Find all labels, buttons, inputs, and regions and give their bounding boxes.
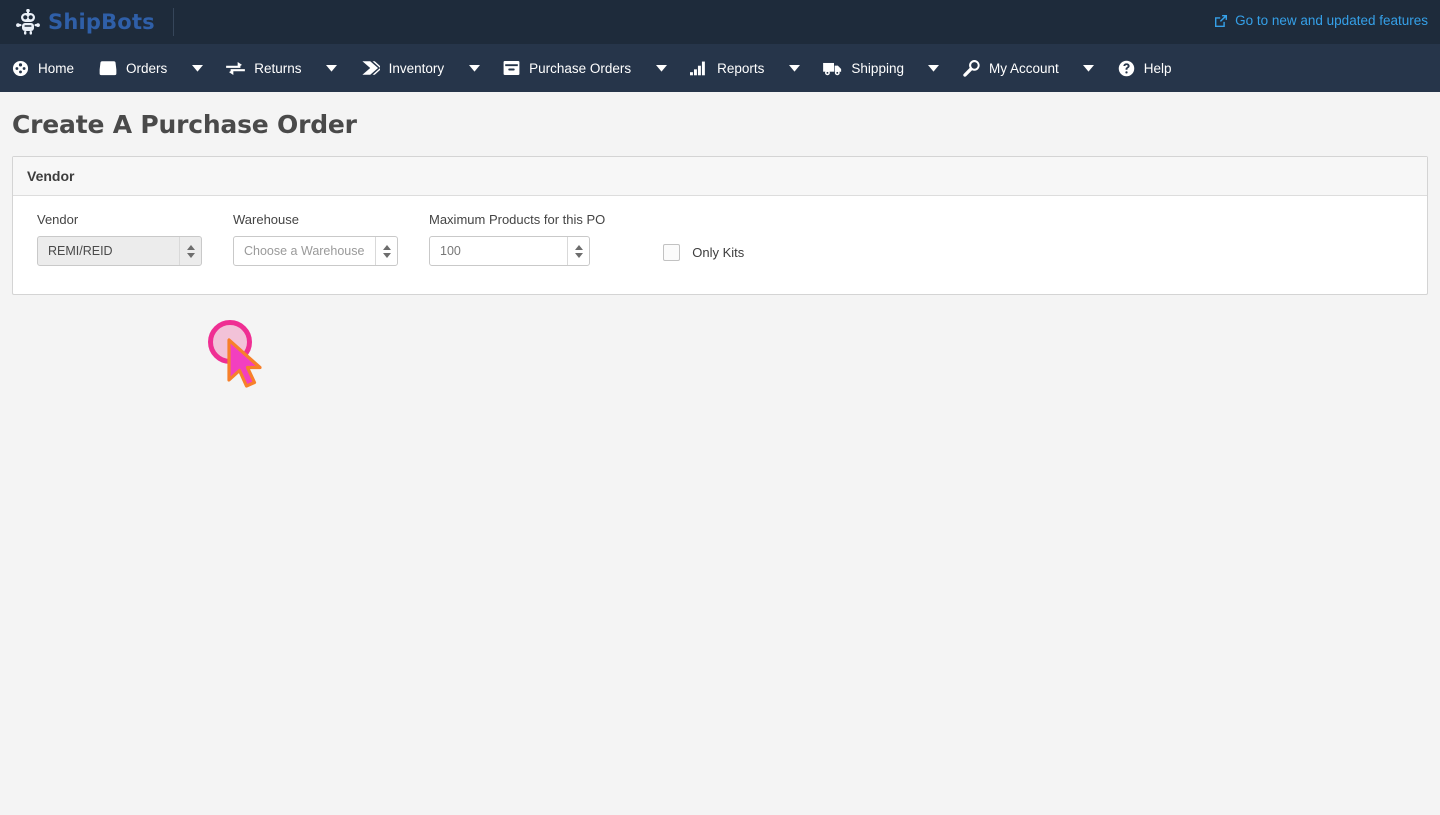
truck-icon (823, 61, 842, 76)
nav-group-home: Home (0, 44, 87, 92)
nav-caret-returns[interactable] (315, 44, 349, 92)
max-products-spinner[interactable] (567, 237, 589, 265)
vendor-select-spinner[interactable] (179, 237, 201, 265)
nav-group-inventory: Inventory (349, 44, 492, 92)
vendor-field-label: Vendor (37, 212, 79, 227)
nav-item-shipping-label: Shipping (851, 60, 904, 76)
nav-group-returns: Returns (214, 44, 348, 92)
mouse-cursor (226, 338, 266, 390)
nav-item-my-account-label: My Account (988, 60, 1059, 76)
question-circle-icon (1118, 60, 1135, 77)
nav-item-my-account[interactable]: My Account (951, 44, 1072, 92)
chevron-up-icon (186, 244, 195, 250)
nav-item-reports[interactable]: Reports (678, 44, 777, 92)
nav-item-orders-label: Orders (126, 60, 168, 76)
nav-item-returns[interactable]: Returns (214, 44, 314, 92)
brand-name: ShipBots (48, 10, 155, 34)
chevron-down-icon (186, 252, 195, 258)
max-products-input[interactable]: 100 (429, 236, 590, 266)
brand-divider (172, 8, 174, 36)
nav-item-inventory[interactable]: Inventory (349, 44, 458, 92)
max-products-field-label: Maximum Products for this PO (429, 212, 606, 227)
nav-caret-my-account[interactable] (1072, 44, 1106, 92)
vendor-panel-body: Vendor REMI/REID Warehouse Choose a Ware… (13, 196, 1427, 294)
nav-item-purchase-orders-label: Purchase Orders (529, 60, 632, 76)
chevron-up-icon (382, 244, 391, 250)
inbox-tray-icon (99, 60, 117, 76)
nav-item-returns-label: Returns (254, 60, 302, 76)
bar-chart-icon (690, 60, 708, 76)
nav-caret-orders[interactable] (180, 44, 214, 92)
brand-logo[interactable]: ShipBots (0, 8, 155, 35)
nav-caret-reports[interactable] (777, 44, 811, 92)
vendor-panel: Vendor Vendor REMI/REID Warehouse Choose… (12, 156, 1428, 295)
nav-item-orders[interactable]: Orders (87, 44, 180, 92)
max-products-value: 100 (440, 244, 461, 258)
nav-group-shipping: Shipping (811, 44, 951, 92)
nav-caret-shipping[interactable] (917, 44, 951, 92)
nav-caret-purchase-orders[interactable] (644, 44, 678, 92)
page-content: Create A Purchase Order Vendor Vendor RE… (0, 92, 1440, 815)
exchange-arrows-icon (226, 61, 246, 76)
nav-item-help[interactable]: Help (1106, 44, 1185, 92)
new-features-link[interactable]: Go to new and updated features (1214, 13, 1428, 28)
vendor-select[interactable]: REMI/REID (37, 236, 202, 266)
dashboard-gauge-icon (12, 60, 29, 77)
warehouse-field: Warehouse Choose a Warehouse (233, 212, 398, 266)
nav-item-help-label: Help (1143, 60, 1172, 76)
max-products-field: Maximum Products for this PO 100 (429, 212, 605, 266)
warehouse-select-placeholder: Choose a Warehouse (244, 244, 365, 258)
nav-group-help: Help (1106, 44, 1185, 92)
vendor-field: Vendor REMI/REID (37, 212, 202, 266)
nav-group-reports: Reports (678, 44, 811, 92)
warehouse-select[interactable]: Choose a Warehouse (233, 236, 398, 266)
nav-caret-inventory[interactable] (457, 44, 491, 92)
only-kits-field: Only Kits (663, 244, 744, 261)
nav-group-purchase-orders: Purchase Orders (491, 44, 678, 92)
nav-item-inventory-label: Inventory (388, 60, 445, 76)
nav-group-orders: Orders (87, 44, 214, 92)
nav-item-home-label: Home (38, 60, 75, 76)
nav-item-reports-label: Reports (717, 60, 765, 76)
chevron-up-icon (574, 244, 583, 250)
chevron-down-icon (382, 252, 391, 258)
archive-box-icon (503, 60, 520, 76)
warehouse-field-label: Warehouse (233, 212, 299, 227)
top-brand-bar: ShipBots Go to new and updated features (0, 0, 1440, 44)
nav-item-shipping[interactable]: Shipping (811, 44, 917, 92)
new-features-link-label: Go to new and updated features (1235, 13, 1428, 28)
vendor-select-value: REMI/REID (48, 244, 113, 258)
only-kits-label: Only Kits (692, 245, 745, 260)
nav-group-my-account: My Account (951, 44, 1106, 92)
external-link-icon (1214, 14, 1228, 28)
tag-icon (361, 60, 380, 76)
nav-item-home[interactable]: Home (0, 44, 87, 92)
wrench-icon (963, 59, 980, 77)
main-navigation-bar: Home Orders Returns Inventory Purchase O… (0, 44, 1440, 92)
chevron-down-icon (574, 252, 583, 258)
warehouse-select-spinner[interactable] (375, 237, 397, 265)
click-highlight-marker (208, 320, 252, 364)
only-kits-checkbox[interactable] (663, 244, 681, 261)
vendor-panel-header: Vendor (13, 157, 1427, 196)
robot-logo-icon (16, 8, 40, 35)
nav-item-purchase-orders[interactable]: Purchase Orders (491, 44, 644, 92)
page-title: Create A Purchase Order (12, 110, 357, 139)
